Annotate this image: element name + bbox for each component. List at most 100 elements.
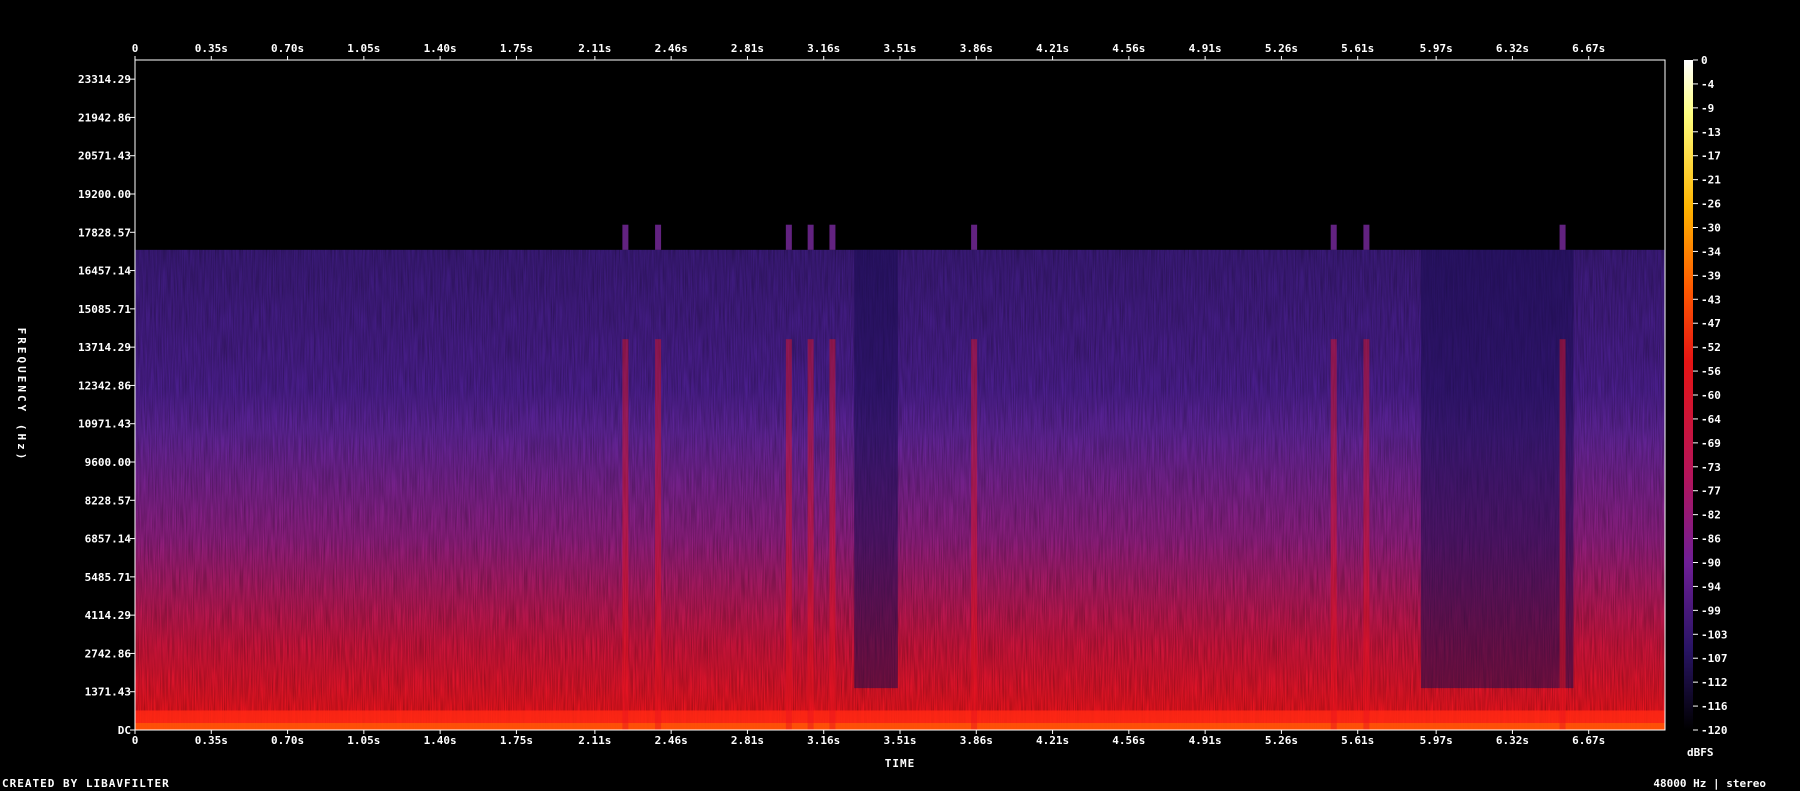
dc-band: [135, 723, 1665, 730]
colorbar-tick-label: -116: [1701, 700, 1728, 713]
y-tick-label: 16457.14: [78, 265, 131, 278]
x-tick-label-top: 0.35s: [195, 42, 228, 55]
burst-top: [829, 224, 836, 250]
x-tick-label-top: 2.46s: [655, 42, 688, 55]
x-tick-label-top: 6.32s: [1496, 42, 1529, 55]
x-tick-label-bottom: 4.91s: [1189, 734, 1222, 747]
burst-top: [785, 224, 792, 250]
y-tick-label: 4114.29: [85, 609, 131, 622]
x-tick-label-top: 0.70s: [271, 42, 304, 55]
colorbar-tick-label: -82: [1701, 509, 1721, 522]
burst-streak: [655, 339, 662, 730]
x-tick-label-top: 5.97s: [1420, 42, 1453, 55]
x-tick-label-bottom: 3.16s: [807, 734, 840, 747]
burst-streak: [622, 339, 629, 730]
colorbar-tick-label: -94: [1701, 580, 1721, 593]
colorbar-tick-label: -73: [1701, 461, 1721, 474]
y-tick-label: 2742.86: [85, 647, 132, 660]
y-tick-label: 19200.00: [78, 188, 131, 201]
burst-top: [1363, 224, 1370, 250]
colorbar-tick-label: -77: [1701, 485, 1721, 498]
burst-top: [1330, 224, 1337, 250]
x-tick-label-top: 2.11s: [578, 42, 611, 55]
y-tick-label: 20571.43: [78, 150, 131, 163]
burst-streak: [971, 339, 978, 730]
burst-top: [622, 224, 629, 250]
y-tick-label: 13714.29: [78, 341, 131, 354]
y-axis-label: FREQUENCY (Hz): [15, 328, 28, 463]
x-tick-label-bottom: 6.67s: [1572, 734, 1605, 747]
y-tick-label: 8228.57: [85, 494, 131, 507]
burst-top: [971, 224, 978, 250]
colorbar-tick-label: -107: [1701, 652, 1728, 665]
x-tick-label-bottom: 0: [132, 734, 139, 747]
created-by-label: CREATED BY LIBAVFILTER: [2, 777, 170, 790]
colorbar-tick-label: -34: [1701, 245, 1721, 258]
y-tick-label: 9600.00: [85, 456, 131, 469]
quiet-region: [1420, 249, 1574, 689]
x-tick-label-bottom: 1.05s: [347, 734, 380, 747]
colorbar-tick-label: -21: [1701, 174, 1721, 187]
colorbar: 0 -4 -9 -13 -17 -21 -26 -30 -34 -39 -43 -47 -52 -56 -6…: [1684, 54, 1728, 759]
x-tick-label-bottom: 4.21s: [1036, 734, 1069, 747]
colorbar-tick-label: -90: [1701, 557, 1721, 570]
x-tick-label-bottom: 1.75s: [500, 734, 533, 747]
x-tick-label-top: 1.40s: [424, 42, 457, 55]
x-tick-label-bottom: 6.32s: [1496, 734, 1529, 747]
x-tick-label-top: 5.61s: [1341, 42, 1374, 55]
colorbar-tick-label: -30: [1701, 222, 1721, 235]
x-tick-label-bottom: 3.51s: [883, 734, 916, 747]
x-tick-label-bottom: 0.70s: [271, 734, 304, 747]
colorbar-tick-label: -26: [1701, 198, 1721, 211]
colorbar-tick-label: 0: [1701, 54, 1708, 67]
spectrogram-plot: [135, 60, 1665, 731]
y-tick-label: 10971.43: [78, 418, 131, 431]
y-tick-label: 17828.57: [78, 226, 131, 239]
colorbar-tick-label: -39: [1701, 269, 1721, 282]
colorbar-tick-label: -47: [1701, 317, 1721, 330]
colorbar-tick-label: -17: [1701, 150, 1721, 163]
y-tick-label: DC: [118, 724, 131, 737]
y-tick-label: 23314.29: [78, 73, 131, 86]
burst-top: [655, 224, 662, 250]
colorbar-tick-label: -69: [1701, 437, 1721, 450]
colorbar-tick-label: -43: [1701, 293, 1721, 306]
x-tick-label-top: 2.81s: [731, 42, 764, 55]
x-tick-label-top: 4.91s: [1189, 42, 1222, 55]
x-tick-label-top: 3.86s: [960, 42, 993, 55]
y-tick-label: 15085.71: [78, 303, 131, 316]
burst-top: [1559, 224, 1566, 250]
burst-streak: [1559, 339, 1566, 730]
burst-streak: [785, 339, 792, 730]
colorbar-tick-label: -103: [1701, 628, 1728, 641]
x-tick-label-bottom: 3.86s: [960, 734, 993, 747]
colorbar-tick-label: -60: [1701, 389, 1721, 402]
colorbar-tick-label: -112: [1701, 676, 1728, 689]
y-tick-label: 12342.86: [78, 379, 131, 392]
x-tick-label-bottom: 5.97s: [1420, 734, 1453, 747]
colorbar-label: dBFS: [1687, 746, 1714, 759]
burst-streak: [807, 339, 814, 730]
colorbar-tick-label: -86: [1701, 533, 1721, 546]
x-tick-label-top: 4.21s: [1036, 42, 1069, 55]
burst-streak: [1363, 339, 1370, 730]
colorbar-tick-label: -4: [1701, 78, 1715, 91]
y-tick-label: 1371.43: [85, 686, 131, 699]
colorbar-tick-label: -64: [1701, 413, 1721, 426]
y-tick-label: 6857.14: [85, 533, 132, 546]
colorbar-tick-label: -56: [1701, 365, 1721, 378]
quiet-region: [854, 249, 898, 689]
x-tick-label-top: 4.56s: [1112, 42, 1145, 55]
x-tick-label-top: 0: [132, 42, 139, 55]
x-tick-label-bottom: 2.11s: [578, 734, 611, 747]
x-tick-label-top: 3.16s: [807, 42, 840, 55]
x-tick-label-bottom: 2.46s: [655, 734, 688, 747]
x-tick-label-bottom: 5.26s: [1265, 734, 1298, 747]
colorbar-tick-label: -120: [1701, 724, 1728, 737]
x-tick-label-top: 1.75s: [500, 42, 533, 55]
x-tick-label-bottom: 5.61s: [1341, 734, 1374, 747]
x-tick-label-bottom: 2.81s: [731, 734, 764, 747]
burst-streak: [1330, 339, 1337, 730]
x-tick-label-top: 3.51s: [883, 42, 916, 55]
y-tick-label: 5485.71: [85, 571, 132, 584]
